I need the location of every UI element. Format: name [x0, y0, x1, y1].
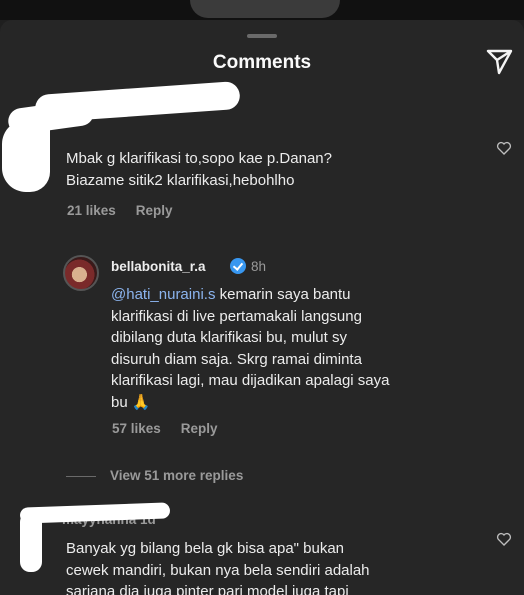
drag-handle[interactable] — [247, 34, 277, 38]
redaction-scribble — [2, 120, 50, 192]
likes-count[interactable]: 21 likes — [67, 203, 116, 218]
divider — [66, 476, 96, 477]
reply-line: klarifikasi di live pertamakali langsung — [111, 307, 362, 325]
reply-meta: 57 likes Reply — [112, 421, 238, 436]
reply-line: @hati_nuraini.s kemarin saya bantu — [111, 284, 389, 306]
comment-text: Mbak g klarifikasi to,sopo kae p.Danan? … — [66, 148, 332, 191]
reply-text: @hati_nuraini.s kemarin saya bantu klari… — [111, 284, 389, 413]
comment-line: Biazame sitik2 klarifikasi,hebohlho — [66, 171, 295, 189]
photo-shape — [190, 0, 340, 18]
comment-line: sarjana dia juga pinter pari model juga … — [66, 583, 349, 595]
view-more-replies-button[interactable]: View 51 more replies — [110, 468, 243, 483]
username[interactable]: bellabonita_r.a — [111, 259, 206, 274]
comment-line: Banyak yg bilang bela gk bisa apa" bukan — [66, 540, 345, 557]
background-photo — [0, 0, 524, 20]
redaction-scribble — [20, 512, 42, 572]
heart-icon[interactable] — [496, 531, 512, 547]
page-title: Comments — [212, 52, 312, 73]
reply-line: disuruh diam saja. Skrg ramai diminta — [111, 350, 362, 368]
reply-line: dibilang duta klarifikasi bu, mulut sy — [111, 329, 347, 346]
comment-line: Mbak g klarifikasi to,sopo kae p.Danan? — [66, 150, 332, 167]
reply-button[interactable]: Reply — [181, 421, 218, 436]
reply-line: klarifikasi lagi, mau dijadikan apalagi … — [111, 372, 390, 389]
verified-badge-icon — [230, 258, 246, 274]
timestamp: 8h — [251, 259, 267, 274]
reply-button[interactable]: Reply — [136, 203, 173, 218]
heart-icon[interactable] — [496, 140, 512, 156]
likes-count[interactable]: 57 likes — [112, 421, 161, 436]
comment-meta: 21 likes Reply — [67, 203, 193, 218]
reply-line: bu 🙏 — [111, 393, 151, 411]
send-icon[interactable] — [484, 46, 514, 76]
comment-text: Banyak yg bilang bela gk bisa apa" bukan… — [66, 538, 370, 595]
comment-line: cewek mandiri, bukan nya bela sendiri ad… — [66, 561, 370, 579]
avatar[interactable] — [63, 255, 99, 291]
reply-line-text: kemarin saya bantu — [215, 286, 351, 303]
mention-link[interactable]: @hati_nuraini.s — [111, 286, 215, 303]
